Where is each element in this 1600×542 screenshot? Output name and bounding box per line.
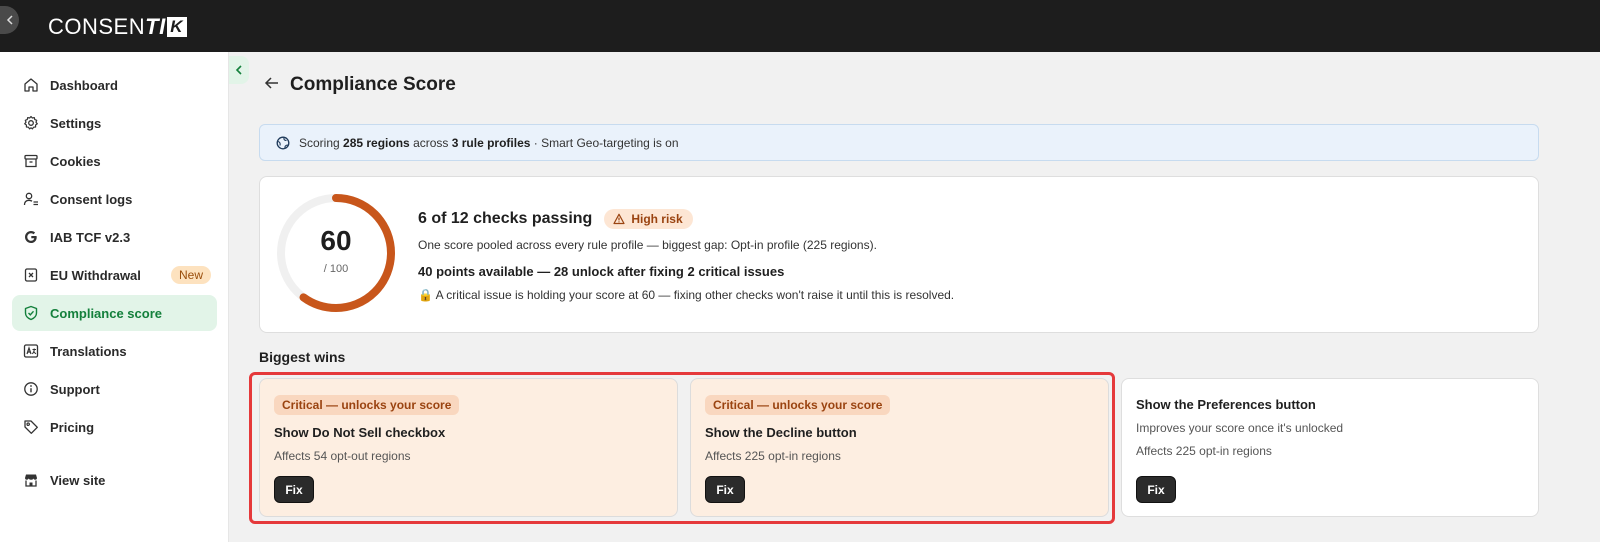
home-icon	[23, 77, 39, 93]
warning-icon	[613, 213, 625, 225]
sidebar-item-consent-logs[interactable]: Consent logs	[12, 181, 217, 217]
checks-passing-text: 6 of 12 checks passing	[418, 210, 593, 227]
user-list-icon	[23, 191, 39, 207]
sidebar-toggle-button[interactable]	[229, 56, 249, 84]
score-value: 60	[320, 225, 352, 256]
google-g-icon	[23, 229, 39, 245]
sidebar-item-eu-withdrawal[interactable]: EU Withdrawal New	[12, 257, 217, 293]
collapse-menu-button[interactable]	[0, 6, 19, 34]
gear-icon	[23, 115, 39, 131]
win-card-preferences-button: Show the Preferences button Improves you…	[1121, 378, 1539, 517]
sidebar-item-cookies[interactable]: Cookies	[12, 143, 217, 179]
page-title: Compliance Score	[290, 74, 456, 95]
score-summary: 6 of 12 checks passing High risk	[418, 209, 693, 229]
sidebar-item-settings[interactable]: Settings	[12, 105, 217, 141]
fix-button[interactable]: Fix	[1136, 476, 1176, 503]
globe-icon	[276, 136, 290, 150]
top-bar: CONSEN TI K	[0, 0, 1600, 52]
storefront-icon	[23, 472, 39, 488]
critical-lock-notice: 🔒 A critical issue is holding your score…	[418, 288, 955, 302]
sidebar-item-iab-tcf[interactable]: IAB TCF v2.3	[12, 219, 217, 255]
risk-badge: High risk	[604, 209, 693, 229]
score-card: 60 / 100 6 of 12 checks passing High ris…	[259, 176, 1539, 333]
sidebar-item-pricing[interactable]: Pricing	[12, 409, 217, 445]
sidebar-item-dashboard[interactable]: Dashboard	[12, 67, 217, 103]
withdrawal-icon	[23, 267, 39, 283]
chevron-left-icon	[6, 15, 13, 25]
critical-wins-highlight	[249, 372, 1115, 524]
sidebar-item-support[interactable]: Support	[12, 371, 217, 407]
score-description: One score pooled across every rule profi…	[418, 238, 877, 252]
page-header: Compliance Score	[264, 74, 456, 96]
biggest-wins-title: Biggest wins	[259, 349, 346, 365]
win-card-title: Show the Preferences button	[1136, 397, 1316, 412]
translate-icon	[23, 343, 39, 359]
score-denominator: / 100	[323, 263, 349, 275]
sidebar-item-translations[interactable]: Translations	[12, 333, 217, 369]
sidebar-item-view-site[interactable]: View site	[12, 462, 217, 498]
back-arrow-icon[interactable]	[264, 76, 280, 95]
win-card-affects: Affects 225 opt-in regions	[1136, 444, 1272, 458]
app-logo[interactable]: CONSEN TI K	[48, 14, 187, 40]
win-card-improves: Improves your score once it's unlocked	[1136, 421, 1344, 435]
tag-icon	[23, 419, 39, 435]
shield-check-icon	[23, 305, 39, 321]
archive-icon	[23, 153, 39, 169]
sidebar-item-compliance-score[interactable]: Compliance score	[12, 295, 217, 331]
points-available-text: 40 points available — 28 unlock after fi…	[418, 264, 785, 279]
banner-text: Scoring 285 regions across 3 rule profil…	[299, 135, 679, 150]
scoring-info-banner: Scoring 285 regions across 3 rule profil…	[259, 124, 1539, 161]
info-icon	[23, 381, 39, 397]
new-badge: New	[170, 266, 211, 284]
sidebar: Dashboard Settings Cookies Consent logs …	[0, 52, 229, 542]
chevron-left-icon	[235, 65, 242, 75]
